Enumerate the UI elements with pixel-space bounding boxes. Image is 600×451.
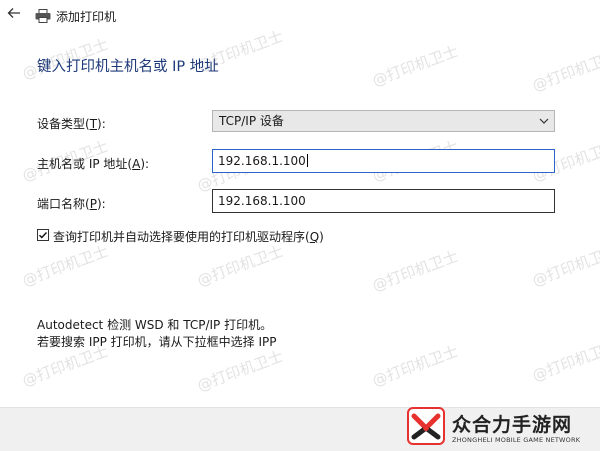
port-name-label: 端口名称(P): xyxy=(37,197,106,211)
brand-name-en: ZHONGHELI MOBILE GAME NETWORK xyxy=(452,436,581,444)
watermark: @打印机卫士 xyxy=(529,242,600,290)
watermark: @打印机卫士 xyxy=(194,242,286,290)
watermark: @打印机卫士 xyxy=(369,342,461,390)
watermark: @打印机卫士 xyxy=(529,337,600,385)
title-bar: 添加打印机 xyxy=(0,0,600,32)
page-title: 键入打印机主机名或 IP 地址 xyxy=(37,59,219,75)
text-caret xyxy=(306,154,308,167)
watermark: @打印机卫士 xyxy=(19,242,111,290)
brand-logo: 众合力手游网 ZHONGHELI MOBILE GAME NETWORK xyxy=(404,404,600,450)
watermark: @打印机卫士 xyxy=(369,42,461,90)
host-label: 主机名或 IP 地址(A): xyxy=(37,157,150,171)
watermark: @打印机卫士 xyxy=(194,347,286,395)
chevron-down-icon xyxy=(539,111,549,131)
checkmark-icon xyxy=(39,232,48,239)
info-line-1: Autodetect 检测 WSD 和 TCP/IP 打印机。 xyxy=(37,318,273,332)
host-value: 192.168.1.100 xyxy=(218,154,306,168)
port-name-input[interactable]: 192.168.1.100 xyxy=(212,189,555,213)
watermark: @打印机卫士 xyxy=(369,247,461,295)
port-name-value: 192.168.1.100 xyxy=(218,194,306,208)
watermark: @打印机卫士 xyxy=(529,47,600,95)
auto-driver-label[interactable]: 查询打印机并自动选择要使用的打印机驱动程序(Q) xyxy=(53,228,324,245)
device-type-select[interactable]: TCP/IP 设备 xyxy=(212,110,555,132)
device-type-label: 设备类型(T): xyxy=(37,117,106,131)
brand-mark-icon xyxy=(407,407,445,445)
host-input[interactable]: 192.168.1.100 xyxy=(212,149,555,173)
printer-icon xyxy=(35,8,51,23)
window-title: 添加打印机 xyxy=(56,10,117,24)
arrow-left-icon[interactable] xyxy=(5,6,23,24)
auto-driver-checkbox[interactable] xyxy=(37,229,49,241)
device-type-value: TCP/IP 设备 xyxy=(219,114,284,128)
brand-name-cn: 众合力手游网 xyxy=(452,414,573,436)
info-line-2: 若要搜索 IPP 打印机，请从下拉框中选择 IPP xyxy=(37,335,277,349)
